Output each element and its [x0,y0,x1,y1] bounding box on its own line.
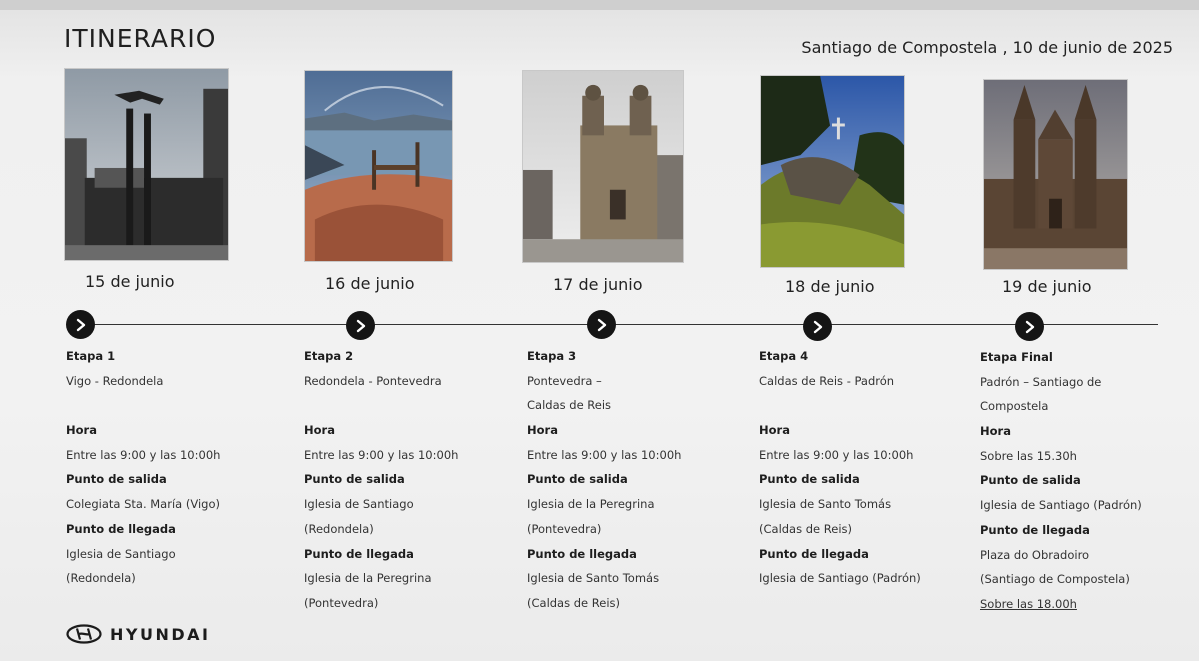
stage-5-route-line-1: Padrón – Santiago de [980,374,1102,389]
stage-1-hora-label: Hora [66,423,97,438]
stage-1-salida: Colegiata Sta. María (Vigo) [66,497,220,512]
stage-1-etapa: Etapa 1 [66,349,116,363]
stage-5-hora: Sobre las 15.30h [980,448,1077,463]
stage-5-date: 19 de junio [1002,277,1092,296]
stage-3-date: 17 de junio [553,275,643,294]
stage-3-llegada-line-1: Iglesia de Santo Tomás [527,571,660,586]
stage-5-salida-label: Punto de salida [980,473,1081,488]
stage-5-hora-label: Hora [980,424,1011,439]
stage-3-route-line-2: Caldas de Reis [527,398,612,413]
stage-5-llegada-line-1: Plaza do Obradoiro [980,547,1090,562]
stage-1-arrow-icon [66,310,95,339]
stage-3-salida-line-2: (Pontevedra) [527,521,602,536]
stage-1-hora: Entre las 9:00 y las 10:00h [66,447,221,462]
stage-5-photo [983,79,1128,270]
stage-2-hora-label: Hora [304,423,335,438]
stage-2-arrow-icon [346,311,375,340]
stage-2-etapa: Etapa 2 [304,349,354,363]
stage-3-route-line-1: Pontevedra – [527,373,602,388]
stage-4-llegada: Iglesia de Santiago (Padrón) [759,571,921,586]
hyundai-logo: HYUNDAI [66,624,210,644]
stage-4-photo [760,75,905,268]
brand-name: HYUNDAI [110,624,211,644]
stage-5-llegada-label: Punto de llegada [980,522,1090,537]
stage-1-llegada-line-1: Iglesia de Santiago [66,546,176,561]
stage-3-photo [522,70,684,263]
stage-2-hora: Entre las 9:00 y las 10:00h [304,447,459,462]
itinerary-slide: ITINERARIO Santiago de Compostela , 10 d… [0,0,1199,661]
stage-3-etapa: Etapa 3 [527,349,577,363]
stage-1-photo [64,68,229,261]
stage-2-photo [304,70,453,262]
stage-3-hora-label: Hora [527,423,558,438]
stage-5-extra-time: Sobre las 18.00h [980,596,1077,611]
timeline-line [80,324,1158,325]
stage-3-arrow-icon [587,310,616,339]
stage-4-hora-label: Hora [759,423,790,438]
stage-4-etapa: Etapa 4 [759,349,809,363]
hyundai-logo-icon [66,624,102,644]
stage-3-llegada-line-2: (Caldas de Reis) [527,595,621,610]
stage-1-llegada-label: Punto de llegada [66,521,176,536]
stage-4-route: Caldas de Reis - Padrón [759,373,895,388]
stage-3-details: Etapa 3 Pontevedra – Caldas de Reis Hora… [527,344,742,616]
stage-2-details: Etapa 2 Redondela - Pontevedra Hora Entr… [304,344,519,616]
stage-4-salida-line-2: (Caldas de Reis) [759,521,853,536]
page-subtitle: Santiago de Compostela , 10 de junio de … [801,38,1173,57]
stage-2-salida-line-1: Iglesia de Santiago [304,497,414,512]
stage-4-salida-line-1: Iglesia de Santo Tomás [759,497,892,512]
stage-3-salida-label: Punto de salida [527,472,628,487]
stage-2-llegada-line-1: Iglesia de la Peregrina [304,571,432,586]
stage-1-route: Vigo - Redondela [66,373,164,388]
page-title: ITINERARIO [64,24,217,53]
stage-5-arrow-icon [1015,312,1044,341]
stage-1-salida-label: Punto de salida [66,472,167,487]
stage-5-route-line-2: Compostela [980,399,1049,414]
stage-4-salida-label: Punto de salida [759,472,860,487]
stage-2-salida-label: Punto de salida [304,472,405,487]
stage-5-salida: Iglesia de Santiago (Padrón) [980,498,1142,513]
stage-4-date: 18 de junio [785,277,875,296]
stage-4-arrow-icon [803,312,832,341]
stage-3-llegada-label: Punto de llegada [527,546,637,561]
stage-4-details: Etapa 4 Caldas de Reis - Padrón Hora Ent… [759,344,974,591]
stage-5-llegada-line-2: (Santiago de Compostela) [980,572,1130,587]
stage-5-details: Etapa Final Padrón – Santiago de Compost… [980,345,1195,617]
stage-5-etapa: Etapa Final [980,350,1053,364]
top-bar [0,0,1199,10]
stage-2-date: 16 de junio [325,274,415,293]
stage-2-salida-line-2: (Redondela) [304,521,374,536]
stage-1-details: Etapa 1 Vigo - Redondela Hora Entre las … [66,344,281,591]
stage-3-hora: Entre las 9:00 y las 10:00h [527,447,682,462]
stage-2-route: Redondela - Pontevedra [304,373,442,388]
stage-4-hora: Entre las 9:00 y las 10:00h [759,447,914,462]
stage-1-date: 15 de junio [85,272,175,291]
stage-2-llegada-label: Punto de llegada [304,546,414,561]
stage-1-llegada-line-2: (Redondela) [66,571,136,586]
stage-3-salida-line-1: Iglesia de la Peregrina [527,497,655,512]
stage-2-llegada-line-2: (Pontevedra) [304,595,379,610]
stage-4-llegada-label: Punto de llegada [759,546,869,561]
